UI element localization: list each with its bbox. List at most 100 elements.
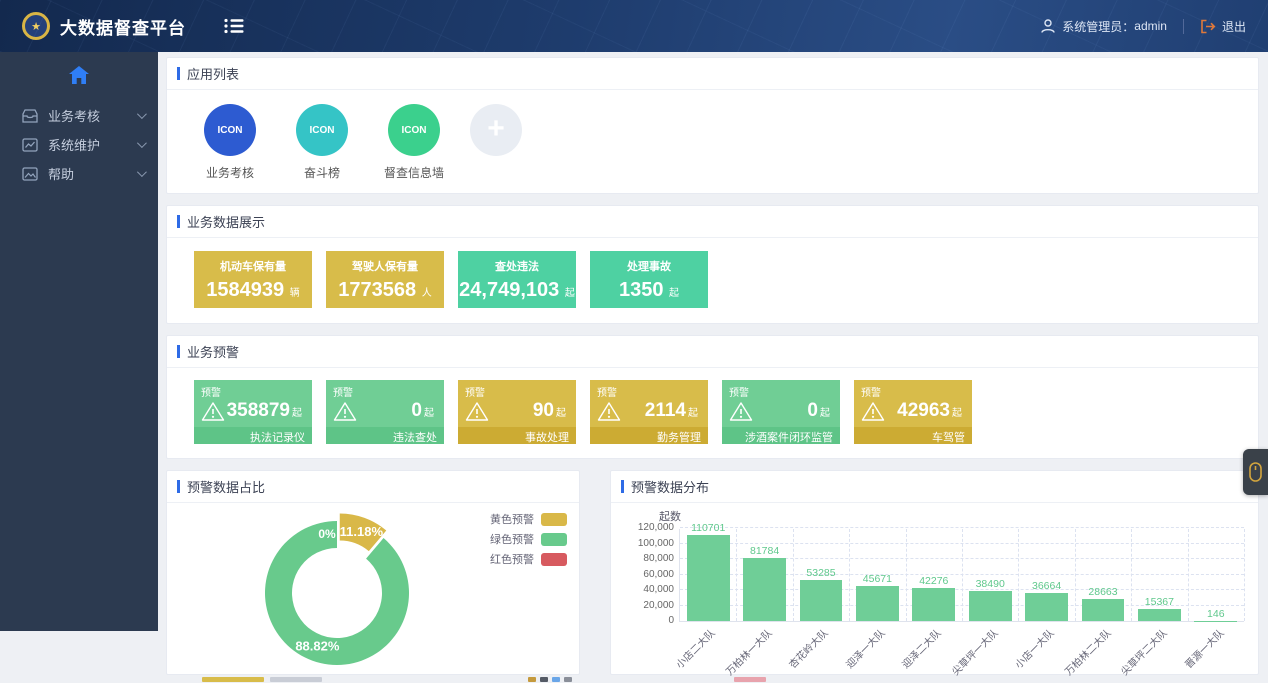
- header-accent-bar: [177, 480, 180, 493]
- warning-value: 358879起: [227, 400, 302, 422]
- app-inspection-wall[interactable]: ICON 督查信息墙: [378, 104, 450, 181]
- section-title: 业务预警: [187, 342, 239, 361]
- bar-value-label: 110701: [680, 522, 736, 534]
- bar[interactable]: [1025, 593, 1068, 621]
- header-accent-bar: [177, 215, 180, 228]
- stat-card-value: 24,749,103 起: [458, 279, 576, 302]
- bar[interactable]: [1138, 609, 1181, 621]
- cutoff-fragment: [528, 677, 536, 682]
- bar[interactable]: [743, 558, 786, 621]
- x-tick-label: 迎泽一大队: [841, 625, 887, 671]
- warning-value: 2114起: [645, 400, 698, 422]
- warning-unit: 起: [820, 408, 830, 419]
- warning-category-label: 违法查处: [326, 427, 444, 444]
- warning-unit: 起: [424, 408, 434, 419]
- gridline: [1244, 529, 1245, 621]
- warning-triangle-icon: [729, 401, 753, 422]
- bar-value-label: 81784: [736, 545, 792, 557]
- bar[interactable]: [856, 586, 899, 621]
- bar[interactable]: [800, 580, 843, 621]
- y-tick-label: 100,000: [626, 538, 674, 549]
- cutoff-fragment: [270, 677, 322, 682]
- warning-badge: 预警: [722, 380, 840, 399]
- chevron-down-icon: [137, 109, 147, 119]
- warning-unit: 起: [292, 408, 302, 419]
- warning-value: 42963起: [897, 400, 962, 422]
- apps-row: ICON 业务考核 ICON 奋斗榜 ICON 督查信息墙 +: [167, 90, 1258, 193]
- y-axis-label: 起数: [659, 508, 1244, 524]
- app-struggle-ranking[interactable]: ICON 奋斗榜: [286, 104, 358, 181]
- user-menu[interactable]: 系统管理员：admin: [1040, 18, 1167, 35]
- pie-chart-body: 11.18%0%88.82% 黄色预警绿色预警红色预警: [167, 503, 579, 681]
- home-button[interactable]: [0, 52, 158, 101]
- floating-mouse-widget[interactable]: [1243, 449, 1268, 495]
- warning-card: 预警2114起勤务管理: [590, 380, 708, 444]
- cutoff-fragment: [734, 677, 766, 682]
- section-header: 应用列表: [167, 58, 1258, 90]
- legend-item[interactable]: 绿色预警: [490, 531, 567, 547]
- x-tick-label: 尖草坪一大队: [947, 625, 1000, 678]
- bar[interactable]: [687, 535, 730, 621]
- x-tick-label: 万柏林一大队: [721, 625, 774, 678]
- bar[interactable]: [912, 588, 955, 621]
- stat-card: 驾驶人保有量1773568 人: [326, 251, 444, 308]
- warning-triangle-icon: [465, 401, 489, 422]
- line-chart-icon: [22, 138, 38, 152]
- user-role-label: 系统管理员：: [1062, 18, 1134, 35]
- warning-value: 90起: [533, 400, 566, 422]
- y-tick-label: 0: [626, 615, 674, 626]
- bar-value-label: 36664: [1018, 580, 1074, 592]
- app-business-assessment[interactable]: ICON 业务考核: [194, 104, 266, 181]
- pie-legend: 黄色预警绿色预警红色预警: [490, 511, 567, 571]
- stat-card-title: 驾驶人保有量: [326, 258, 444, 274]
- app-add[interactable]: +: [470, 104, 542, 181]
- image-icon: [22, 167, 38, 181]
- y-tick-label: 80,000: [626, 553, 674, 564]
- sidebar-item-help[interactable]: 帮助: [0, 159, 158, 188]
- app-list-panel: 应用列表 ICON 业务考核 ICON 奋斗榜 ICON 督查信息墙 +: [166, 57, 1259, 194]
- business-warning-panel: 业务预警 预警358879起执法记录仪预警0起违法查处预警90起事故处理预警21…: [166, 335, 1259, 459]
- warning-category-label: 涉酒案件闭环监管: [722, 427, 840, 444]
- x-tick-label: 杏花岭大队: [785, 625, 831, 671]
- add-app-button[interactable]: +: [470, 104, 522, 156]
- gridline: [680, 527, 1244, 528]
- bar[interactable]: [1082, 599, 1125, 621]
- sidebar: 业务考核 系统维护 帮助: [0, 52, 158, 631]
- header-accent-bar: [621, 480, 624, 493]
- x-tick-label: 尖草坪二大队: [1117, 625, 1170, 678]
- x-tick-label: 万柏林二大队: [1060, 625, 1113, 678]
- bar[interactable]: [969, 591, 1012, 621]
- app-icon[interactable]: ICON: [204, 104, 256, 156]
- x-tick-label: 迎泽二大队: [898, 625, 944, 671]
- chevron-down-icon: [137, 167, 147, 177]
- warning-category-label: 车驾管: [854, 427, 972, 444]
- app-title: 大数据督查平台: [60, 14, 186, 39]
- app-icon[interactable]: ICON: [388, 104, 440, 156]
- warning-card: 预警0起涉酒案件闭环监管: [722, 380, 840, 444]
- stat-cards-row: 机动车保有量1584939 辆驾驶人保有量1773568 人查处违法24,749…: [167, 238, 1258, 323]
- bar-value-label: 38490: [962, 578, 1018, 590]
- section-title: 预警数据分布: [631, 477, 709, 496]
- section-header: 业务数据展示: [167, 206, 1258, 238]
- stat-card-value: 1350 起: [590, 279, 708, 302]
- donut-chart: 11.18%0%88.82%: [249, 503, 425, 679]
- legend-label: 红色预警: [490, 551, 534, 567]
- gridline: [1075, 529, 1076, 621]
- legend-item[interactable]: 红色预警: [490, 551, 567, 567]
- warning-unit: 起: [952, 408, 962, 419]
- section-title: 应用列表: [187, 64, 239, 83]
- app-icon[interactable]: ICON: [296, 104, 348, 156]
- gridline: [962, 529, 963, 621]
- logout-icon: [1200, 19, 1216, 34]
- warning-category-label: 事故处理: [458, 427, 576, 444]
- police-badge-logo: ★: [22, 12, 50, 40]
- legend-item[interactable]: 黄色预警: [490, 511, 567, 527]
- divider: [1183, 19, 1184, 34]
- list-menu-icon[interactable]: [224, 18, 244, 34]
- x-tick-label: 小店二大队: [672, 625, 718, 671]
- sidebar-item-system-maintenance[interactable]: 系统维护: [0, 130, 158, 159]
- bar-value-label: 42276: [906, 575, 962, 587]
- sidebar-item-business-assessment[interactable]: 业务考核: [0, 101, 158, 130]
- x-tick-label: 小店一大队: [1011, 625, 1057, 671]
- logout-button[interactable]: 退出: [1200, 18, 1246, 35]
